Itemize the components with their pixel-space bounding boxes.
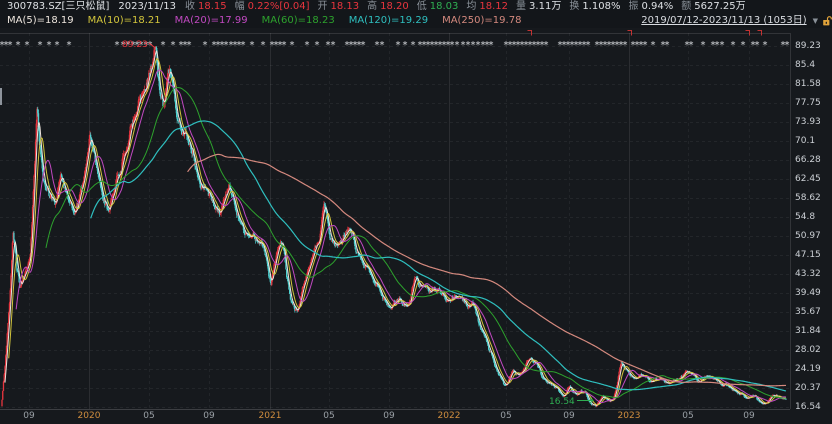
x-axis-label-year: 2021 — [259, 410, 282, 423]
kline-chart-canvas[interactable] — [0, 28, 832, 410]
quote-field-label: 开 — [317, 0, 327, 14]
quote-field-label: 量 — [516, 0, 526, 14]
kline-chart: 89.23 85.4 81.58 77.75 73.93 70.1 66.28 62.45 58… — [0, 28, 832, 410]
quote-field-value: 18.20 — [380, 0, 409, 14]
quote-field-value: 3.11万 — [529, 0, 561, 14]
ma-legend-item: MA(20)=17.99 — [175, 14, 248, 28]
y-axis-label: 47.15 — [795, 250, 831, 260]
quote-field-label: 幅 — [235, 0, 245, 14]
left-scroll-handle[interactable] — [0, 88, 2, 105]
y-axis-label: 20.37 — [795, 383, 831, 393]
ma-legend-item: MA(60)=18.23 — [262, 14, 335, 28]
ma-legend-item: MA(10)=18.21 — [88, 14, 161, 28]
quote-fields: 收18.15 幅0.22%[0.04] 开18.13 高18.20 低18.03 均18.… — [185, 0, 754, 14]
y-axis-label: 70.1 — [795, 136, 831, 146]
x-axis: 09 2020 05 09 2021 05 09 2022 05 09 2023 05 09 — [0, 410, 832, 424]
quote-field-value: 18.12 — [479, 0, 508, 14]
quote-field-value: 5627.25万 — [694, 0, 745, 14]
quote-field-value: 18.03 — [430, 0, 459, 14]
quote-field-value: 18.13 — [330, 0, 359, 14]
y-axis-label: 43.32 — [795, 269, 831, 279]
y-axis-label: 62.45 — [795, 174, 831, 184]
quote-field-label: 低 — [417, 0, 427, 14]
y-axis-label: 39.49 — [795, 288, 831, 298]
quote-field-label: 换 — [569, 0, 579, 14]
y-axis-label: 28.02 — [795, 345, 831, 355]
y-axis-label: 31.84 — [795, 326, 831, 336]
y-axis-label: 81.58 — [795, 79, 831, 89]
quote-field-label: 均 — [466, 0, 476, 14]
x-axis-label-month: 09 — [563, 410, 574, 423]
ma-legend-item: MA(250)=19.78 — [442, 14, 521, 28]
y-axis-label: 50.97 — [795, 231, 831, 241]
x-axis-label-year: 2022 — [438, 410, 461, 423]
x-axis-label-month: 05 — [143, 410, 154, 423]
stock-symbol: 300783.SZ[三只松鼠] — [7, 0, 109, 14]
quote-field-value: 0.22%[0.04] — [248, 0, 310, 14]
x-axis-label-year: 2020 — [78, 410, 101, 423]
x-axis-label-year: 2023 — [618, 410, 641, 423]
ma-legend-item: MA(5)=18.19 — [7, 14, 74, 28]
y-axis-label: 54.8 — [795, 212, 831, 222]
x-axis-label-month: 09 — [743, 410, 754, 423]
chevron-down-icon[interactable]: ▼ — [813, 14, 818, 28]
ma-legend: MA(5)=18.19 MA(10)=18.21 MA(20)=17.99 MA(60… — [7, 14, 535, 28]
date-range-selector[interactable]: 2019/07/12-2023/11/13 (1053日) ▼ — [641, 14, 832, 28]
y-axis-label: 73.93 — [795, 117, 831, 127]
quote-info-row: 300783.SZ[三只松鼠] 2023/11/13 收18.15 幅0.22%[… — [0, 0, 832, 14]
y-axis-label: 66.28 — [795, 155, 831, 165]
x-axis-label-month: 09 — [203, 410, 214, 423]
kline-app: { "header": { "symbol": "300783.SZ[三只松鼠]… — [0, 0, 832, 424]
quote-field-label: 振 — [628, 0, 638, 14]
quote-field-label: 高 — [367, 0, 377, 14]
quote-field-label: 额 — [681, 0, 691, 14]
ma-legend-item: MA(120)=19.29 — [349, 14, 428, 28]
quote-header: 300783.SZ[三只松鼠] 2023/11/13 收18.15 幅0.22%[… — [0, 0, 832, 28]
y-axis-label: 89.23 — [795, 41, 831, 51]
y-axis-label: 85.4 — [795, 60, 831, 70]
quote-date: 2023/11/13 — [118, 0, 176, 14]
x-axis-label-month: 05 — [500, 410, 511, 423]
y-axis-label: 58.62 — [795, 193, 831, 203]
x-axis-label-month: 09 — [383, 410, 394, 423]
quote-field-value: 18.15 — [198, 0, 227, 14]
y-axis-label: 35.67 — [795, 307, 831, 317]
quote-field-label: 收 — [185, 0, 195, 14]
x-axis-label-month: 05 — [682, 410, 693, 423]
unlock-icon[interactable] — [822, 16, 832, 27]
date-range-label[interactable]: 2019/07/12-2023/11/13 (1053日) — [641, 14, 806, 28]
y-axis-label: 24.19 — [795, 364, 831, 374]
x-axis-label-month: 05 — [323, 410, 334, 423]
x-axis-label-month: 09 — [23, 410, 34, 423]
ma-legend-row: MA(5)=18.19 MA(10)=18.21 MA(20)=17.99 MA(60… — [0, 14, 832, 28]
y-axis-label: 77.75 — [795, 98, 831, 108]
quote-field-value: 1.108% — [582, 0, 620, 14]
quote-field-value: 0.94% — [641, 0, 673, 14]
